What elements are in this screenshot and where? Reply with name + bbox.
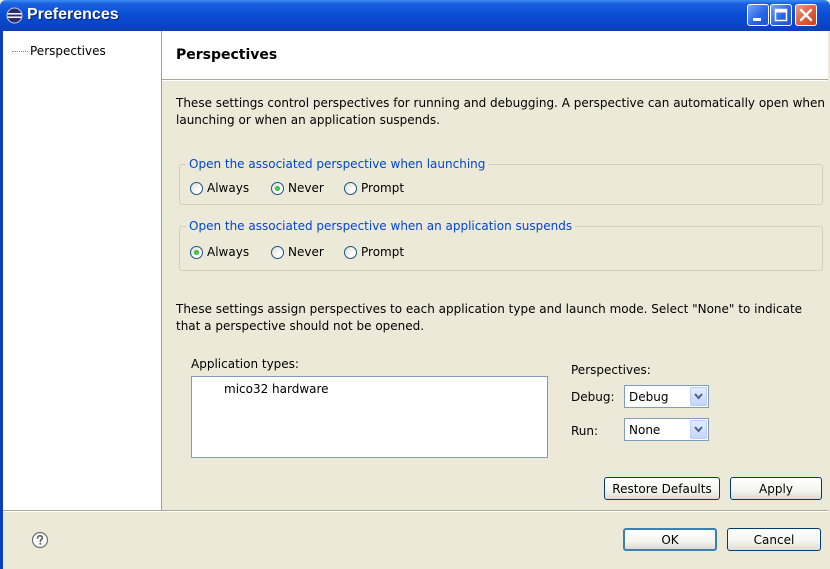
- close-button[interactable]: [795, 4, 817, 26]
- preferences-tree[interactable]: Perspectives: [3, 31, 162, 510]
- header-separator: [162, 79, 828, 81]
- run-perspective-select[interactable]: None: [624, 418, 709, 441]
- maximize-button[interactable]: [770, 4, 792, 26]
- suspend-prompt-radio[interactable]: Prompt: [344, 245, 404, 259]
- debug-perspective-select[interactable]: Debug: [624, 385, 709, 408]
- chevron-down-icon: [694, 393, 703, 400]
- cancel-button[interactable]: Cancel: [727, 528, 821, 551]
- radio-label: Always: [207, 245, 250, 259]
- help-icon[interactable]: [31, 531, 49, 549]
- debug-label: Debug:: [571, 390, 615, 404]
- suspend-never-radio[interactable]: Never: [271, 245, 324, 259]
- run-label: Run:: [571, 424, 599, 438]
- radio-label: Always: [207, 181, 250, 195]
- perspectives-label: Perspectives:: [571, 363, 651, 377]
- suspend-group-legend: Open the associated perspective when an …: [186, 219, 576, 233]
- close-icon: [799, 8, 813, 22]
- apply-button[interactable]: Apply: [730, 477, 822, 500]
- preferences-window: Preferences Perspectives Perspectives Th…: [0, 0, 830, 569]
- eclipse-icon: [6, 7, 23, 24]
- page-header: Perspectives: [162, 31, 828, 79]
- launching-group: Open the associated perspective when lau…: [179, 157, 823, 205]
- application-types-list[interactable]: mico32 hardware: [191, 376, 548, 458]
- radio-selected-icon: [190, 245, 203, 259]
- tree-item-perspectives[interactable]: Perspectives: [12, 44, 106, 58]
- perspective-description: These settings control perspectives for …: [176, 96, 825, 127]
- radio-label: Prompt: [361, 245, 405, 259]
- radio-selected-icon: [271, 181, 284, 195]
- suspend-group: Open the associated perspective when an …: [179, 219, 823, 271]
- tree-connector: [12, 51, 28, 52]
- radio-icon: [190, 181, 203, 195]
- launch-always-radio[interactable]: Always: [190, 181, 249, 195]
- window-title: Preferences: [27, 6, 119, 23]
- page-title: Perspectives: [176, 47, 278, 63]
- preference-page: Perspectives These settings control pers…: [162, 31, 828, 510]
- minimize-button[interactable]: [747, 4, 769, 26]
- chevron-down-icon: [694, 426, 703, 433]
- application-types-label: Application types:: [191, 357, 299, 371]
- tree-item-label: Perspectives: [30, 44, 106, 58]
- radio-icon: [271, 245, 284, 259]
- dropdown-button[interactable]: [690, 420, 707, 439]
- run-selected-value: None: [629, 423, 661, 437]
- ok-button[interactable]: OK: [623, 528, 717, 551]
- radio-label: Never: [288, 245, 324, 259]
- radio-label: Never: [288, 181, 324, 195]
- launch-prompt-radio[interactable]: Prompt: [344, 181, 404, 195]
- maximize-icon: [774, 8, 788, 22]
- restore-defaults-button[interactable]: Restore Defaults: [604, 477, 720, 500]
- radio-icon: [344, 245, 357, 259]
- minimize-icon: [753, 18, 761, 21]
- launch-never-radio[interactable]: Never: [271, 181, 324, 195]
- launching-group-legend: Open the associated perspective when lau…: [186, 157, 489, 171]
- radio-icon: [344, 181, 357, 195]
- footer-separator: [3, 510, 828, 512]
- title-bar[interactable]: Preferences: [0, 0, 830, 31]
- assign-description: These settings assign perspectives to ea…: [176, 302, 803, 333]
- dropdown-button[interactable]: [690, 387, 707, 406]
- radio-label: Prompt: [361, 181, 405, 195]
- debug-selected-value: Debug: [629, 390, 669, 404]
- suspend-always-radio[interactable]: Always: [190, 245, 249, 259]
- list-item[interactable]: mico32 hardware: [224, 382, 329, 396]
